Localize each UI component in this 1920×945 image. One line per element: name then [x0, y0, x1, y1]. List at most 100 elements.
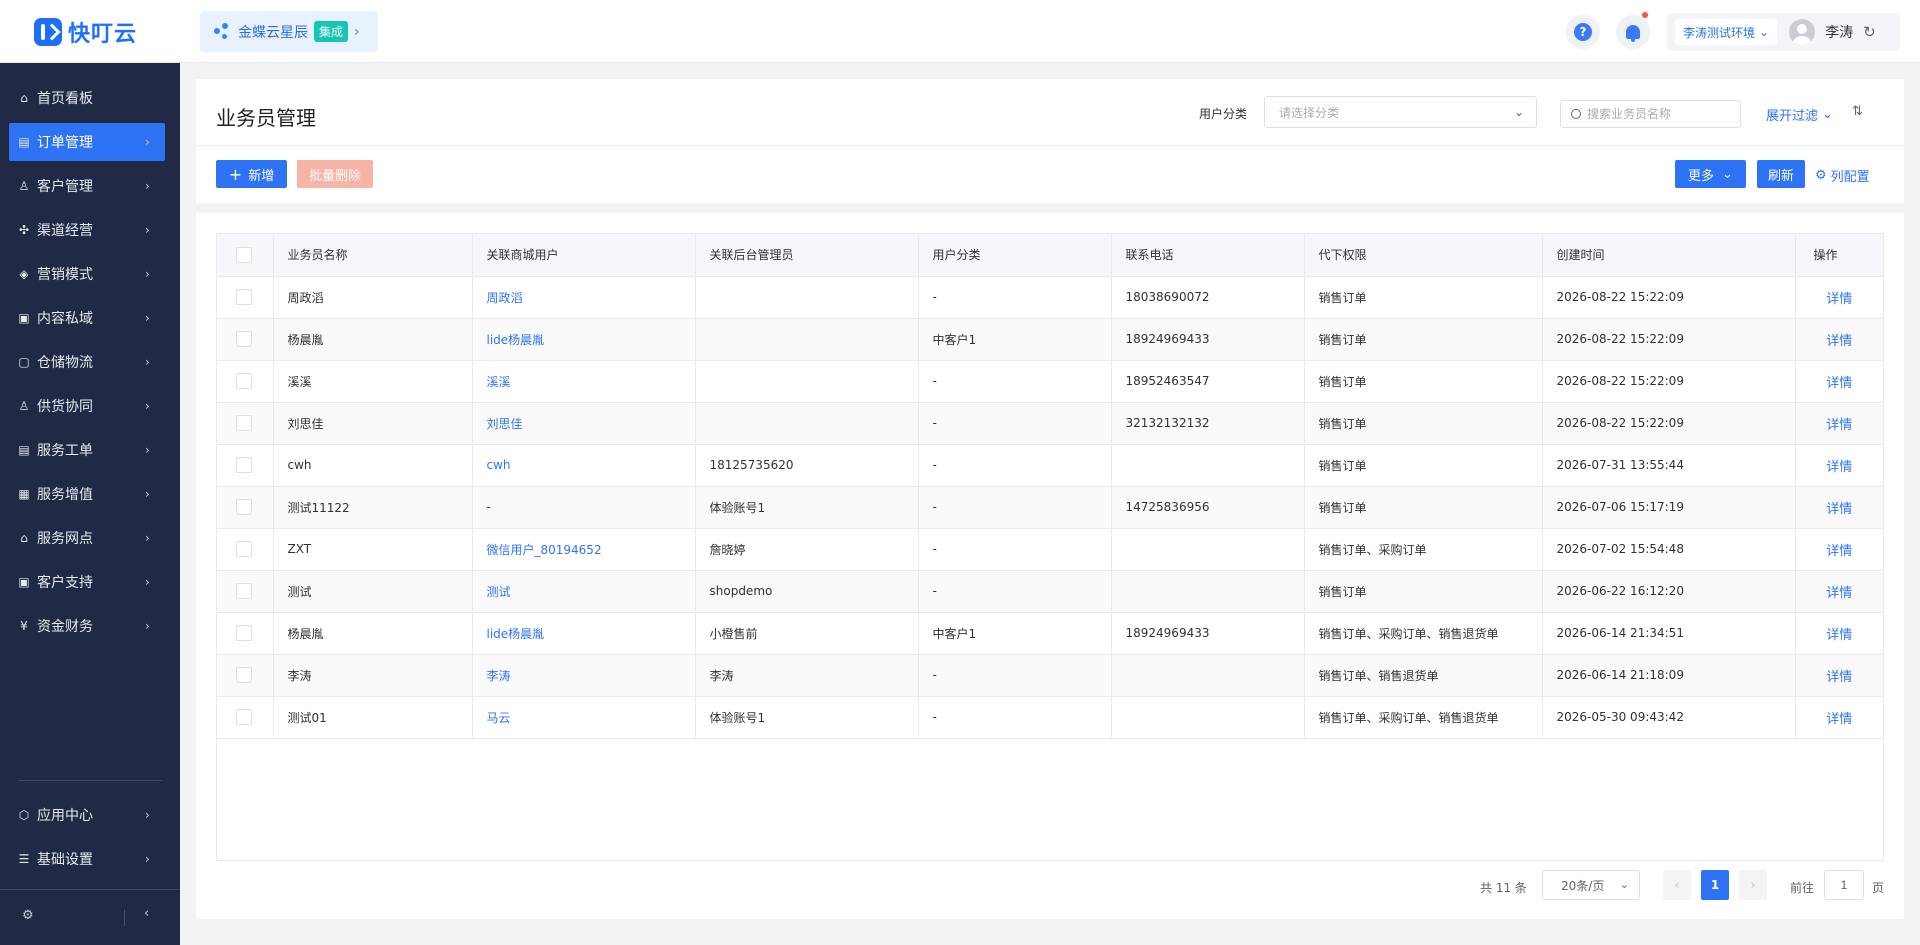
detail-link[interactable]: 详情 [1795, 318, 1883, 361]
sidebar-item[interactable]: ⌂ 服务网点 › [9, 519, 165, 557]
detail-link[interactable]: 详情 [1795, 570, 1883, 613]
mall-user-link[interactable]: lide杨晨胤 [472, 612, 696, 655]
sidebar-item[interactable]: ✣ 渠道经营 › [9, 211, 165, 249]
notification-button[interactable] [1616, 12, 1650, 49]
user-category: - [918, 486, 1112, 529]
admin-user [695, 402, 919, 445]
phone [1111, 528, 1305, 571]
row-checkbox[interactable] [236, 625, 252, 641]
table-row: 刘思佳 刘思佳 -32132132132 销售订单 2026-08-22 15:22:0… [217, 402, 1883, 445]
chevron-right-icon: › [145, 311, 150, 325]
mall-user-link[interactable]: 李涛 [472, 654, 696, 697]
next-page-button[interactable]: › [1739, 870, 1767, 900]
sidebar-item[interactable]: ♙ 供货协同 › [9, 387, 165, 425]
mall-user-link[interactable]: 马云 [472, 696, 696, 739]
detail-link[interactable]: 详情 [1795, 276, 1883, 319]
detail-link[interactable]: 详情 [1795, 654, 1883, 697]
store-icon: ⌂ [20, 531, 28, 545]
page-number-button[interactable]: 1 [1701, 870, 1729, 900]
search-input[interactable] [1587, 107, 1727, 121]
sidebar-item[interactable]: ▤ 服务工单 › [9, 431, 165, 469]
row-checkbox[interactable] [236, 457, 252, 473]
collapse-sidebar-icon[interactable]: ‹ [144, 906, 149, 921]
phone: 32132132132 [1111, 402, 1305, 445]
more-button[interactable]: 更多 ⌄ [1675, 160, 1746, 188]
mall-user-link[interactable]: 溪溪 [472, 360, 696, 403]
integration-switcher[interactable]: 金蝶云星辰 集成 › [200, 11, 378, 52]
batch-delete-button[interactable]: 批量删除 [297, 160, 373, 188]
user-category: - [918, 444, 1112, 487]
chevron-right-icon: › [145, 619, 150, 633]
mall-user-link[interactable]: 周政滔 [472, 276, 696, 319]
page-size-select[interactable]: 20条/页 ⌄ [1542, 870, 1640, 900]
user-name[interactable]: 李涛 [1825, 22, 1853, 42]
mall-user-link[interactable]: 测试 [472, 570, 696, 613]
row-checkbox[interactable] [236, 373, 252, 389]
search-box[interactable] [1560, 100, 1741, 128]
help-button[interactable]: ? [1566, 15, 1600, 49]
batch-delete-label: 批量删除 [308, 168, 361, 184]
pagination: 共 11 条 20条/页 ⌄ ‹ 1 › 前往 页 [196, 870, 1904, 902]
phone: 18038690072 [1111, 276, 1305, 319]
sidebar-item[interactable]: ▤ 订单管理 › [9, 123, 165, 161]
refresh-button[interactable]: 刷新 [1757, 160, 1805, 188]
row-checkbox[interactable] [236, 415, 252, 431]
environment-select[interactable]: 李涛测试环境 ⌄ [1675, 19, 1778, 45]
row-checkbox[interactable] [236, 667, 252, 683]
sidebar-item[interactable]: ▣ 内容私域 › [9, 299, 165, 337]
sidebar-item[interactable]: ⌂ 首页看板 [9, 79, 165, 117]
add-button[interactable]: + 新增 [216, 160, 287, 188]
detail-link[interactable]: 详情 [1795, 360, 1883, 403]
order-permission: 销售订单、销售退货单 [1304, 654, 1543, 697]
user-category: 中客户1 [918, 612, 1112, 655]
mall-user-link: - [472, 486, 696, 529]
sidebar-item[interactable]: ☰ 基础设置 › [9, 840, 165, 878]
detail-link[interactable]: 详情 [1795, 696, 1883, 739]
tag-icon: ◈ [19, 267, 29, 281]
mall-user-link[interactable]: 刘思佳 [472, 402, 696, 445]
sidebar-item[interactable]: ▢ 仓储物流 › [9, 343, 165, 381]
settings-gear-icon[interactable]: ⚙ [22, 908, 34, 923]
created-time: 2026-08-22 15:22:09 [1542, 318, 1796, 361]
detail-link[interactable]: 详情 [1795, 612, 1883, 655]
row-checkbox[interactable] [236, 289, 252, 305]
app-logo[interactable]: 快叮云 [34, 16, 137, 48]
detail-link[interactable]: 详情 [1795, 528, 1883, 571]
row-checkbox[interactable] [236, 499, 252, 515]
sidebar-item[interactable]: ¥ 资金财务 › [9, 607, 165, 645]
sidebar-item[interactable]: ▣ 客户支持 › [9, 563, 165, 601]
refresh-icon[interactable]: ↻ [1863, 23, 1876, 41]
detail-link[interactable]: 详情 [1795, 402, 1883, 445]
expand-filter-button[interactable]: 展开过滤 ⌄ [1766, 105, 1833, 124]
goto-page-input[interactable] [1824, 870, 1864, 900]
sidebar-item[interactable]: ▦ 服务增值 › [9, 475, 165, 513]
order-permission: 销售订单 [1304, 360, 1543, 403]
sort-icon[interactable]: ⇅ [1852, 104, 1863, 119]
row-checkbox[interactable] [236, 331, 252, 347]
plus-icon: + [228, 164, 243, 184]
detail-link[interactable]: 详情 [1795, 486, 1883, 529]
detail-link[interactable]: 详情 [1795, 444, 1883, 487]
row-checkbox[interactable] [236, 583, 252, 599]
admin-user: 18125735620 [695, 444, 919, 487]
user-category-select[interactable]: 请选择分类 ⌄ [1264, 96, 1537, 128]
sidebar-item[interactable]: ◈ 营销模式 › [9, 255, 165, 293]
order-permission: 销售订单、采购订单、销售退货单 [1304, 612, 1543, 655]
sidebar-item[interactable]: ♙ 客户管理 › [9, 167, 165, 205]
order-permission: 销售订单 [1304, 318, 1543, 361]
select-all-checkbox[interactable] [236, 246, 252, 263]
sidebar-item-label: 服务网点 [37, 531, 93, 547]
sidebar-item[interactable]: ⬡ 应用中心 › [9, 796, 165, 834]
mall-user-link[interactable]: 微信用户_80194652 [472, 528, 696, 571]
table-row: cwh cwh 18125735620- 销售订单 2026-07-31 13:55:4… [217, 444, 1883, 487]
user-category-label: 用户分类 [1199, 107, 1248, 121]
mall-user-link[interactable]: lide杨晨胤 [472, 318, 696, 361]
table-row: 李涛 李涛 李涛 - 销售订单、销售退货单 2026-06-14 21:18:09 详情 [217, 654, 1883, 697]
column-config-button[interactable]: ⚙ 列配置 [1815, 166, 1870, 185]
chevron-right-icon: › [145, 179, 150, 193]
prev-page-button[interactable]: ‹ [1663, 870, 1691, 900]
row-checkbox[interactable] [236, 709, 252, 725]
row-checkbox[interactable] [236, 541, 252, 557]
mall-user-link[interactable]: cwh [472, 444, 696, 487]
avatar[interactable] [1789, 19, 1816, 45]
